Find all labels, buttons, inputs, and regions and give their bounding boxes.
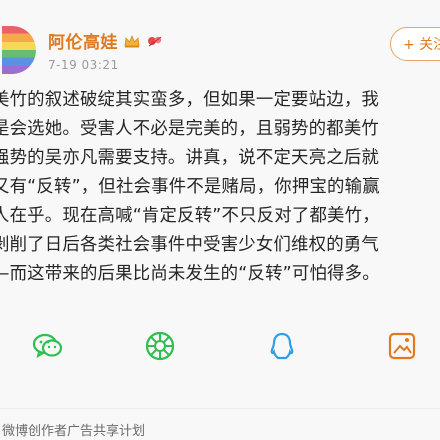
share-wechat-button[interactable] xyxy=(28,328,68,368)
share-qq-button[interactable] xyxy=(262,328,302,368)
post-header: 阿伦高娃 7-19 03:21 xyxy=(0,18,440,82)
save-image-icon xyxy=(385,329,419,367)
content-line: 美竹的叙述破绽其实蛮多，但如果一定要站边，我 xyxy=(0,90,379,110)
avatar[interactable] xyxy=(2,26,36,74)
save-image-button[interactable] xyxy=(382,328,422,368)
follow-button[interactable]: + 关注 xyxy=(390,27,440,61)
content-line: 又有“反转”，但社会事件不是赌局，你押宝的输赢 xyxy=(0,177,380,197)
weibo-post-card: 阿伦高娃 7-19 03:21 + 关注 美竹的叙述破绽其实蛮多，但如果一定要站… xyxy=(0,0,440,440)
author-name[interactable]: 阿伦高娃 xyxy=(48,28,118,53)
author-row: 阿伦高娃 xyxy=(48,28,164,53)
share-moments-button[interactable] xyxy=(140,328,180,368)
content-line: 剥削了日后各类社会事件中受害少女们维权的勇气 xyxy=(0,235,379,255)
content-line: —而这带来的后果比尚未发生的“反转”可怕得多。 xyxy=(0,264,380,284)
post-content: 美竹的叙述破绽其实蛮多，但如果一定要站边，我 是会选她。受害人不必是完美的，且弱… xyxy=(0,86,440,289)
crown-badge-icon xyxy=(124,33,140,48)
moments-icon xyxy=(143,329,177,367)
footer-ad-plan[interactable]: 微博创作者广告共享计划 xyxy=(0,420,440,440)
content-line: 人在乎。现在高喊“肯定反转”不只反对了都美竹， xyxy=(0,206,380,226)
fan-badge-icon xyxy=(146,33,164,47)
footer-divider xyxy=(0,408,440,409)
qq-icon xyxy=(265,329,299,367)
post-time: 7-19 03:21 xyxy=(48,58,119,72)
content-line: 强势的吴亦凡需要支持。讲真，说不定天亮之后就 xyxy=(0,148,379,168)
share-bar xyxy=(0,318,440,378)
wechat-icon xyxy=(31,329,65,367)
content-line: 是会选她。受害人不必是完美的，且弱势的都美竹 xyxy=(0,119,379,139)
